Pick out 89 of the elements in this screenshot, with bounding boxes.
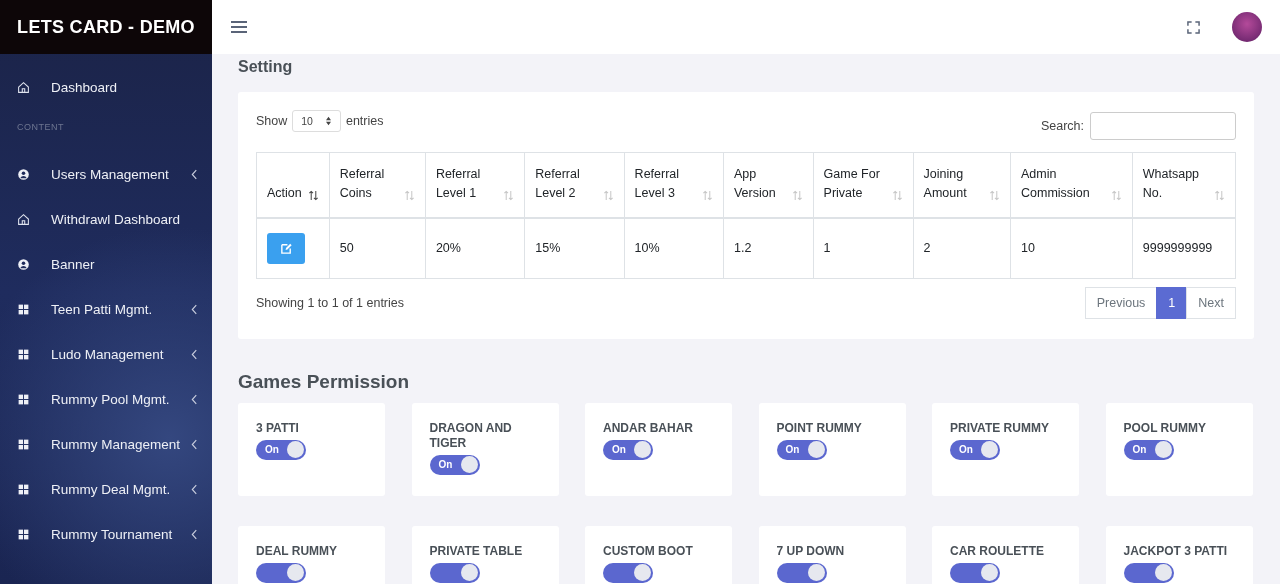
user-icon [17, 258, 30, 271]
column-header[interactable]: Referral Level 3 [624, 152, 724, 218]
chevron-icon [191, 394, 198, 405]
section-title: Setting [238, 58, 294, 76]
grid-icon [17, 348, 30, 361]
grid-icon [17, 483, 30, 496]
toggle-switch[interactable] [429, 562, 480, 583]
edit-icon [279, 241, 293, 255]
game-name: 7 UP DOWN [776, 543, 846, 559]
game-name: CUSTOM BOOT [603, 543, 694, 559]
toggle-switch[interactable]: On [429, 454, 480, 475]
toggle-switch[interactable] [1123, 562, 1174, 583]
column-header[interactable]: Whatsapp No. [1132, 152, 1236, 218]
chevron-icon [191, 169, 198, 180]
table-cell: 20% [425, 217, 525, 279]
entries-select[interactable]: 10 [292, 110, 341, 132]
game-name: DEAL RUMMY [256, 543, 339, 559]
sidebar-item[interactable]: Teen Patti Mgmt. [51, 302, 153, 317]
game-name: PRIVATE TABLE [429, 543, 524, 559]
column-header[interactable]: Game For Private [813, 152, 914, 218]
table-cell: 2 [913, 217, 1011, 279]
sidebar-item[interactable]: Rummy Deal Mgmt. [51, 482, 171, 497]
chevron-icon [191, 529, 198, 540]
game-name: JACKPOT 3 PATTI [1123, 543, 1229, 559]
game-name: POOL RUMMY [1123, 420, 1207, 436]
game-name: CAR ROULETTE [950, 543, 1045, 559]
table-cell: 1 [813, 217, 914, 279]
toggle-switch[interactable]: On [776, 439, 827, 460]
toggle-switch[interactable] [256, 562, 306, 583]
toggle-switch[interactable] [603, 562, 653, 583]
section-label: CONTENT [16, 121, 65, 134]
avatar-circle[interactable] [1232, 12, 1262, 42]
entries-label: entries [345, 114, 384, 128]
user-icon [17, 168, 30, 181]
sidebar-item[interactable]: Withdrawl Dashboard [51, 212, 181, 227]
sidebar-item[interactable]: Dashboard [51, 80, 118, 95]
column-header[interactable]: App Version [723, 152, 814, 218]
grid-icon [17, 393, 30, 406]
column-header[interactable]: Joining Amount [913, 152, 1011, 218]
brand-title: LETS CARD - DEMO [0, 0, 212, 54]
table-cell: 9999999999 [1132, 217, 1236, 279]
pagination-button[interactable]: Next [1186, 286, 1236, 319]
game-name: PRIVATE RUMMY [950, 420, 1050, 436]
toggle-switch[interactable]: On [603, 439, 653, 460]
chevron-icon [191, 439, 198, 450]
grid-icon [17, 528, 30, 541]
game-name: 3 PATTI [256, 420, 300, 436]
toggle-switch[interactable]: On [256, 439, 306, 460]
table-cell: 15% [524, 217, 625, 279]
column-header[interactable]: Action [256, 152, 330, 218]
sidebar-item[interactable]: Rummy Tournament [51, 527, 173, 542]
game-name: DRAGON AND TIGER [429, 420, 513, 451]
menu-icon[interactable] [230, 20, 248, 34]
toggle-switch[interactable]: On [1123, 439, 1174, 460]
toggle-switch[interactable] [950, 562, 1000, 583]
table-info: Showing 1 to 1 of 1 entries [256, 295, 404, 310]
home-icon [17, 81, 30, 94]
edit-button[interactable] [267, 232, 305, 264]
toggle-switch[interactable]: On [950, 439, 1000, 460]
game-name: ANDAR BAHAR [603, 420, 694, 436]
search-label: Search: [1040, 119, 1084, 133]
sidebar-item[interactable]: Banner [51, 257, 95, 272]
table-cell: 10 [1010, 217, 1133, 279]
pagination-button[interactable]: 1 [1156, 286, 1188, 319]
column-header[interactable]: Admin Commission [1010, 152, 1133, 218]
show-label: Show [256, 114, 288, 128]
chevron-icon [191, 304, 198, 315]
chevron-icon [191, 349, 198, 360]
sidebar-item[interactable]: Users Management [51, 167, 169, 182]
home-icon [17, 213, 30, 226]
sidebar-item[interactable]: Ludo Management [51, 347, 164, 362]
table-cell: 1.2 [723, 217, 814, 279]
toggle-switch[interactable] [776, 562, 827, 583]
column-header[interactable]: Referral Coins [329, 152, 426, 218]
sidebar-item[interactable]: Rummy Pool Mgmt. [51, 392, 170, 407]
sidebar-item[interactable]: Rummy Management [51, 437, 181, 452]
select-arrows-icon [324, 116, 332, 126]
search-field[interactable] [1090, 112, 1236, 140]
chevron-icon [191, 484, 198, 495]
column-header[interactable]: Referral Level 2 [524, 152, 625, 218]
table-cell: 10% [624, 217, 724, 279]
fullscreen-icon[interactable] [1187, 20, 1200, 34]
grid-icon [17, 438, 30, 451]
column-header[interactable]: Referral Level 1 [425, 152, 525, 218]
pagination-button[interactable]: Previous [1084, 286, 1158, 319]
game-name: POINT RUMMY [776, 420, 863, 436]
section-title: Games Permission [238, 370, 411, 393]
grid-icon [17, 303, 30, 316]
table-cell: 50 [329, 217, 426, 279]
